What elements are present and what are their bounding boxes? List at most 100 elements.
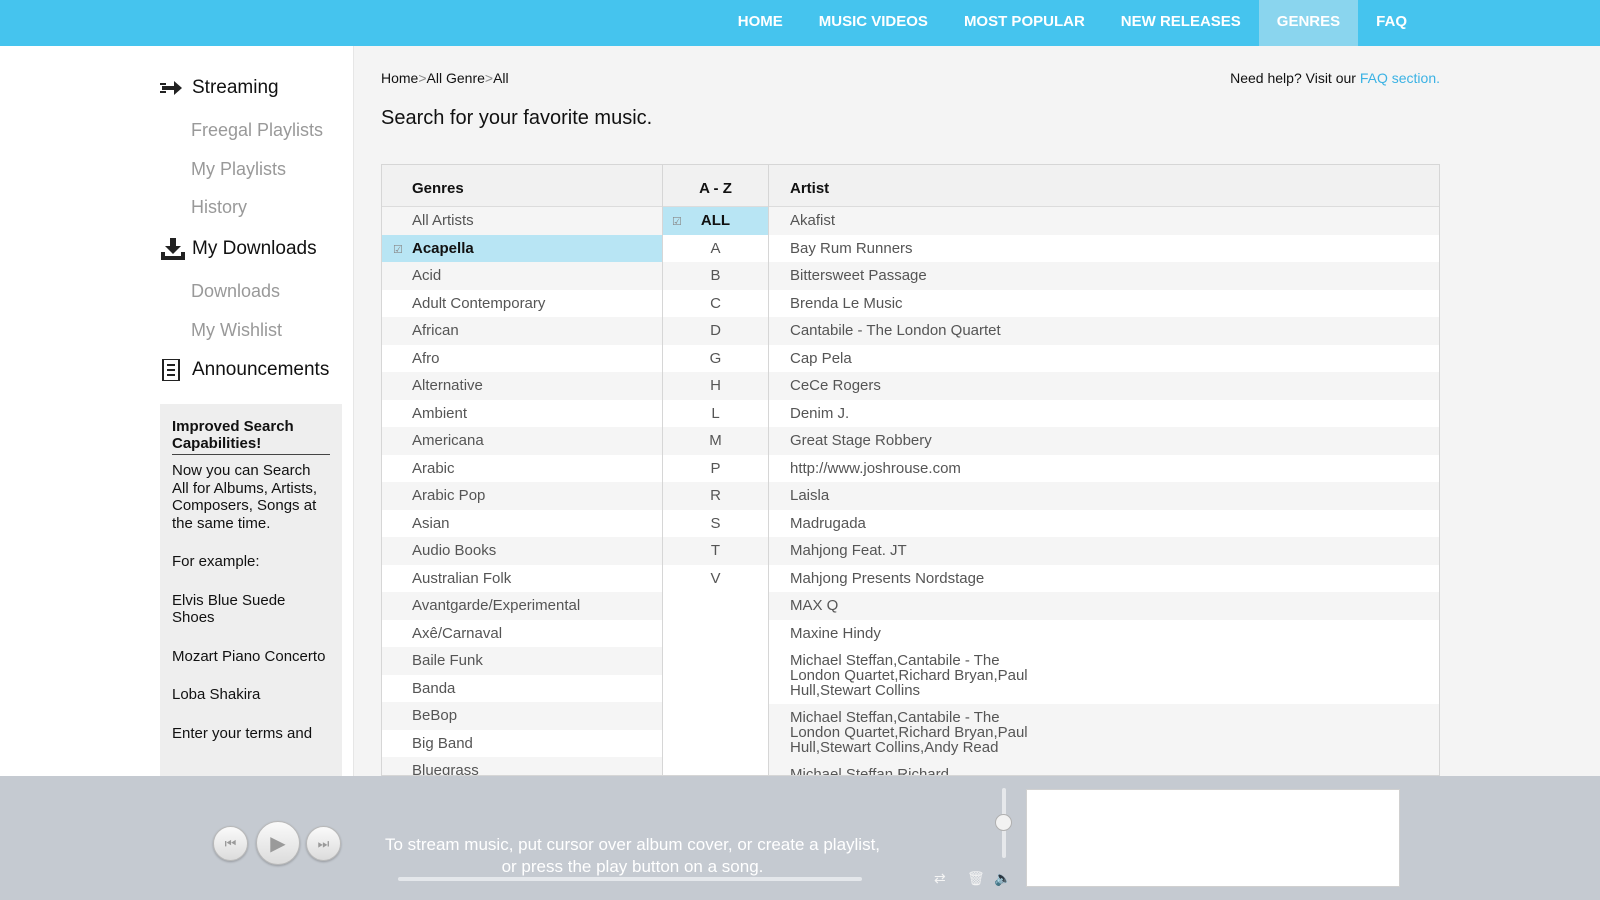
faq-link[interactable]: FAQ section.	[1360, 70, 1440, 86]
letter-row[interactable]: S	[663, 510, 768, 538]
trash-icon[interactable]: 🗑	[967, 870, 985, 887]
sidebar-item-my-playlists[interactable]: My Playlists	[191, 159, 286, 180]
genre-row-label: Americana	[412, 432, 484, 449]
shuffle-icon[interactable]: ⇄	[934, 870, 946, 887]
genre-row[interactable]: Arabic Pop	[382, 482, 662, 510]
letter-row[interactable]: R	[663, 482, 768, 510]
artist-row[interactable]: Madrugada	[769, 510, 1439, 538]
genre-row[interactable]: Baile Funk	[382, 647, 662, 675]
artist-row[interactable]: http://www.joshrouse.com	[769, 455, 1439, 483]
download-icon	[160, 238, 186, 260]
letter-row[interactable]: T	[663, 537, 768, 565]
sidebar-item-history[interactable]: History	[191, 197, 247, 218]
nav-music-videos[interactable]: MUSIC VIDEOS	[801, 0, 946, 46]
nav-genres[interactable]: GENRES	[1258, 0, 1359, 46]
letter-row[interactable]: H	[663, 372, 768, 400]
genre-row[interactable]: Arabic	[382, 455, 662, 483]
search-tips-box: Improved Search Capabilities! Now you ca…	[160, 404, 342, 776]
sidebar-item-freegal-playlists[interactable]: Freegal Playlists	[191, 120, 323, 141]
nav-new-releases[interactable]: NEW RELEASES	[1103, 0, 1259, 46]
genre-row[interactable]: Big Band	[382, 730, 662, 758]
progress-bar[interactable]	[398, 877, 862, 881]
artist-row[interactable]: Michael Steffan,Richard	[769, 761, 1439, 775]
player-message: To stream music, put cursor over album c…	[365, 834, 900, 878]
genre-row[interactable]: Banda	[382, 675, 662, 703]
previous-track-button[interactable]: ⏮	[213, 826, 248, 861]
artist-row[interactable]: Michael Steffan,Cantabile - The London Q…	[769, 647, 1029, 704]
genre-row[interactable]: Australian Folk	[382, 565, 662, 593]
genre-row[interactable]: Alternative	[382, 372, 662, 400]
letter-row-label: V	[710, 569, 721, 587]
album-artwork-panel	[1026, 789, 1400, 887]
sidebar-announcements[interactable]: Announcements	[160, 358, 329, 382]
letter-row[interactable]: B	[663, 262, 768, 290]
genre-row[interactable]: Americana	[382, 427, 662, 455]
speaker-icon[interactable]: 🔈	[994, 870, 1011, 887]
genre-row[interactable]: African	[382, 317, 662, 345]
az-list[interactable]: ☑ ALL A B C D G H L M P R S T V	[663, 207, 768, 592]
volume-handle[interactable]	[995, 814, 1012, 831]
letter-row[interactable]: A	[663, 235, 768, 263]
genre-row[interactable]: All Artists	[382, 207, 662, 235]
genre-row[interactable]: Avantgarde/Experimental	[382, 592, 662, 620]
letter-row[interactable]: ☑ ALL	[663, 207, 768, 235]
sidebar-item-downloads[interactable]: Downloads	[191, 281, 280, 302]
genres-header: Genres	[382, 165, 662, 207]
breadcrumb-all-genre[interactable]: All Genre	[427, 70, 485, 86]
letter-row[interactable]: C	[663, 290, 768, 318]
artist-row[interactable]: Bay Rum Runners	[769, 235, 1439, 263]
artist-row[interactable]: MAX Q	[769, 592, 1439, 620]
artist-row[interactable]: Maxine Hindy	[769, 620, 1439, 648]
letter-row[interactable]: G	[663, 345, 768, 373]
artist-row[interactable]: Michael Steffan,Cantabile - The London Q…	[769, 704, 1439, 761]
letter-row[interactable]: L	[663, 400, 768, 428]
artist-list[interactable]: Akafist Bay Rum Runners Bittersweet Passag…	[769, 207, 1439, 775]
az-header: A - Z	[663, 165, 768, 207]
letter-row-label: ALL	[700, 212, 731, 229]
artist-row[interactable]: Great Stage Robbery	[769, 427, 1439, 455]
letter-row-label: C	[710, 294, 721, 312]
genre-row[interactable]: ☑ Acapella	[382, 234, 662, 262]
genre-row[interactable]: Acid	[382, 262, 662, 290]
genres-list[interactable]: All Artists ☑ Acapella Acid Adult Contempora…	[382, 207, 662, 775]
play-button[interactable]: ▶	[256, 821, 300, 865]
letter-row-label: S	[710, 514, 721, 532]
next-track-button[interactable]: ⏭	[306, 826, 341, 861]
artist-row[interactable]: Brenda Le Music	[769, 290, 1439, 318]
artist-row[interactable]: Laisla	[769, 482, 1439, 510]
artist-row[interactable]: Akafist	[769, 207, 1439, 235]
artist-row[interactable]: Cap Pela	[769, 345, 1439, 373]
artist-row[interactable]: Bittersweet Passage	[769, 262, 1439, 290]
artist-row[interactable]: CeCe Rogers	[769, 372, 1439, 400]
genre-row[interactable]: Axê/Carnaval	[382, 620, 662, 648]
artist-row-label: Denim J.	[790, 404, 850, 422]
sidebar-streaming[interactable]: Streaming	[160, 77, 279, 99]
genre-row[interactable]: Ambient	[382, 400, 662, 428]
genre-row[interactable]: Bluegrass	[382, 757, 662, 775]
genre-row[interactable]: Adult Contemporary	[382, 290, 662, 318]
breadcrumb-home[interactable]: Home	[381, 70, 418, 86]
artist-row[interactable]: Mahjong Feat. JT	[769, 537, 1439, 565]
sidebar-item-my-wishlist[interactable]: My Wishlist	[191, 320, 282, 341]
artist-row[interactable]: Mahjong Presents Nordstage	[769, 565, 1439, 593]
artist-row-label: Bay Rum Runners	[790, 239, 913, 257]
genre-row[interactable]: Audio Books	[382, 537, 662, 565]
artist-row[interactable]: Cantabile - The London Quartet	[769, 317, 1439, 345]
nav-most-popular[interactable]: MOST POPULAR	[946, 0, 1103, 46]
genre-row-label: Asian	[412, 514, 450, 532]
artist-header: Artist	[769, 165, 1439, 207]
letter-row[interactable]: P	[663, 455, 768, 483]
letter-row[interactable]: M	[663, 427, 768, 455]
letter-row[interactable]: D	[663, 317, 768, 345]
genre-row[interactable]: Asian	[382, 510, 662, 538]
search-tips-text: Now you can Search All for Albums, Artis…	[172, 462, 318, 532]
page-title: Search for your favorite music.	[381, 107, 653, 129]
nav-home[interactable]: HOME	[720, 0, 801, 46]
genre-row[interactable]: Afro	[382, 345, 662, 373]
nav-faq[interactable]: FAQ	[1358, 0, 1425, 46]
sidebar-my-downloads[interactable]: My Downloads	[160, 238, 317, 260]
artist-row[interactable]: Denim J.	[769, 400, 1439, 428]
letter-row[interactable]: V	[663, 565, 768, 593]
breadcrumb: Home>All Genre>All	[381, 70, 509, 86]
genre-row[interactable]: BeBop	[382, 702, 662, 730]
